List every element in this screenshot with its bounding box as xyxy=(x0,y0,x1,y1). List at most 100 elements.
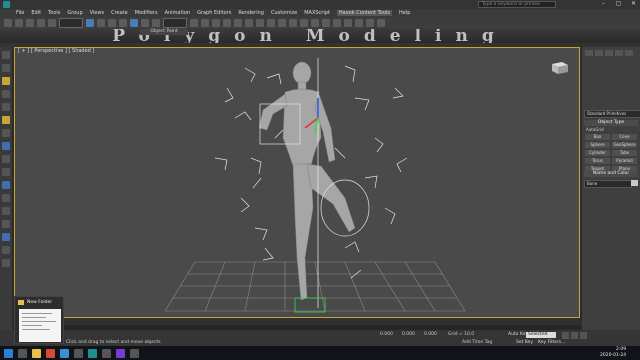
utility-icon[interactable] xyxy=(2,155,10,163)
unlink-icon[interactable] xyxy=(37,19,45,27)
go-to-end-icon[interactable] xyxy=(580,332,587,339)
settings-icon[interactable] xyxy=(2,259,10,267)
select-tool-icon[interactable] xyxy=(2,51,10,59)
reference-coord-dropdown[interactable] xyxy=(163,18,187,28)
go-to-start-icon[interactable] xyxy=(562,332,569,339)
helper-icon[interactable] xyxy=(2,103,10,111)
box-button[interactable]: Box xyxy=(585,134,610,140)
schematic-view-icon[interactable] xyxy=(333,19,341,27)
move-icon[interactable] xyxy=(130,19,138,27)
pivot-icon[interactable] xyxy=(190,19,198,27)
keyboard-shortcut-icon[interactable] xyxy=(212,19,220,27)
object-color-swatch[interactable] xyxy=(631,180,638,186)
camera-icon[interactable] xyxy=(2,90,10,98)
select-manipulate-icon[interactable] xyxy=(201,19,209,27)
layer-icon[interactable] xyxy=(2,233,10,241)
mail-icon[interactable] xyxy=(60,348,69,358)
foot-helper[interactable] xyxy=(294,297,326,313)
curve-editor-icon[interactable] xyxy=(322,19,330,27)
maximize-icon[interactable]: ▢ xyxy=(612,0,625,8)
taskbar-preview[interactable]: New Folder xyxy=(14,296,64,344)
viewcube[interactable] xyxy=(548,60,570,76)
bone-icon[interactable] xyxy=(2,116,10,124)
add-time-tag[interactable]: Add Time Tag xyxy=(462,340,492,345)
key-selection-dropdown[interactable]: Selected xyxy=(526,332,556,338)
system-clock[interactable]: 2:09 2020-01-24 xyxy=(600,347,626,359)
sphere-button[interactable]: Sphere xyxy=(585,142,610,148)
character-mesh[interactable] xyxy=(258,61,356,301)
menu-edit[interactable]: Edit xyxy=(31,10,41,16)
freeze-icon[interactable] xyxy=(2,194,10,202)
media-icon[interactable] xyxy=(116,348,125,358)
play-icon[interactable] xyxy=(571,332,578,339)
select-object-icon[interactable] xyxy=(86,19,94,27)
cone-button[interactable]: Cone xyxy=(612,134,637,140)
menu-views[interactable]: Views xyxy=(90,10,104,16)
percent-snap-icon[interactable] xyxy=(245,19,253,27)
scale-icon[interactable] xyxy=(152,19,160,27)
app-logo-icon[interactable] xyxy=(3,1,10,8)
named-selection-icon[interactable] xyxy=(267,19,275,27)
menu-customize[interactable]: Customize xyxy=(271,10,297,16)
3dsmax-taskbar-icon[interactable] xyxy=(88,348,97,358)
render-icon[interactable] xyxy=(377,19,385,27)
hierarchy-tab-icon[interactable] xyxy=(605,50,613,56)
light-icon[interactable] xyxy=(2,77,10,85)
name-color-header[interactable]: Name and Color xyxy=(584,171,638,177)
display-icon[interactable] xyxy=(2,129,10,137)
pyramid-button[interactable]: Pyramid xyxy=(612,158,637,164)
menu-rendering[interactable]: Rendering xyxy=(238,10,264,16)
redo-icon[interactable] xyxy=(15,19,23,27)
minimize-icon[interactable]: – xyxy=(597,0,610,8)
display-tab-icon[interactable] xyxy=(625,50,633,56)
perspective-viewport[interactable] xyxy=(14,47,580,318)
menu-modifiers[interactable]: Modifiers xyxy=(135,10,158,16)
render-setup-icon[interactable] xyxy=(355,19,363,27)
start-icon[interactable] xyxy=(4,348,13,358)
x-coordinate[interactable]: 0.000 xyxy=(380,332,393,337)
snap-icon[interactable] xyxy=(2,168,10,176)
close-icon[interactable]: ✕ xyxy=(627,0,640,8)
browser-icon[interactable] xyxy=(46,348,55,358)
menu-file[interactable]: File xyxy=(16,10,24,16)
modify-tab-icon[interactable] xyxy=(595,50,603,56)
layer-explorer-icon[interactable] xyxy=(300,19,308,27)
task-view-icon[interactable] xyxy=(18,348,27,358)
xref-icon[interactable] xyxy=(2,246,10,254)
store-icon[interactable] xyxy=(74,348,83,358)
geosphere-button[interactable]: GeoSphere xyxy=(612,142,637,148)
menu-havok-content-tools[interactable]: Havok Content Tools xyxy=(336,10,392,16)
primitive-category-dropdown[interactable]: Standard Primitives xyxy=(584,110,640,118)
rendered-frame-icon[interactable] xyxy=(366,19,374,27)
set-key-button[interactable]: Set Key xyxy=(516,340,533,345)
material-editor-icon[interactable] xyxy=(344,19,352,27)
object-name-field[interactable]: Bone xyxy=(584,180,632,188)
undo-icon[interactable] xyxy=(4,19,12,27)
app-icon[interactable] xyxy=(130,348,139,358)
rotate-icon[interactable] xyxy=(141,19,149,27)
torus-button[interactable]: Torus xyxy=(585,158,610,164)
menu-animation[interactable]: Animation xyxy=(165,10,191,16)
select-by-name-icon[interactable] xyxy=(97,19,105,27)
menu-graph-editors[interactable]: Graph Editors xyxy=(197,10,231,16)
spinner-snap-icon[interactable] xyxy=(256,19,264,27)
viewport-label[interactable]: [ + ] [ Perspective ] [ Shaded ] xyxy=(18,48,94,54)
z-coordinate[interactable]: 0.000 xyxy=(424,332,437,337)
object-type-header[interactable]: Object Type xyxy=(584,120,638,126)
menu-tools[interactable]: Tools xyxy=(48,10,60,16)
rect-selection-icon[interactable] xyxy=(108,19,116,27)
tube-button[interactable]: Tube xyxy=(612,150,637,156)
selection-filter-dropdown[interactable] xyxy=(59,18,83,28)
hide-icon[interactable] xyxy=(2,207,10,215)
y-coordinate[interactable]: 0.000 xyxy=(402,332,415,337)
file-explorer-icon[interactable] xyxy=(32,348,41,358)
photoshop-icon[interactable] xyxy=(102,348,111,358)
key-filters-button[interactable]: Key Filters... xyxy=(538,340,565,345)
isolate-icon[interactable] xyxy=(2,220,10,228)
cylinder-button[interactable]: Cylinder xyxy=(585,150,610,156)
filter-icon[interactable] xyxy=(2,142,10,150)
angle-snap-icon[interactable] xyxy=(234,19,242,27)
menu-create[interactable]: Create xyxy=(111,10,128,16)
motion-tab-icon[interactable] xyxy=(615,50,623,56)
mirror-icon[interactable] xyxy=(278,19,286,27)
